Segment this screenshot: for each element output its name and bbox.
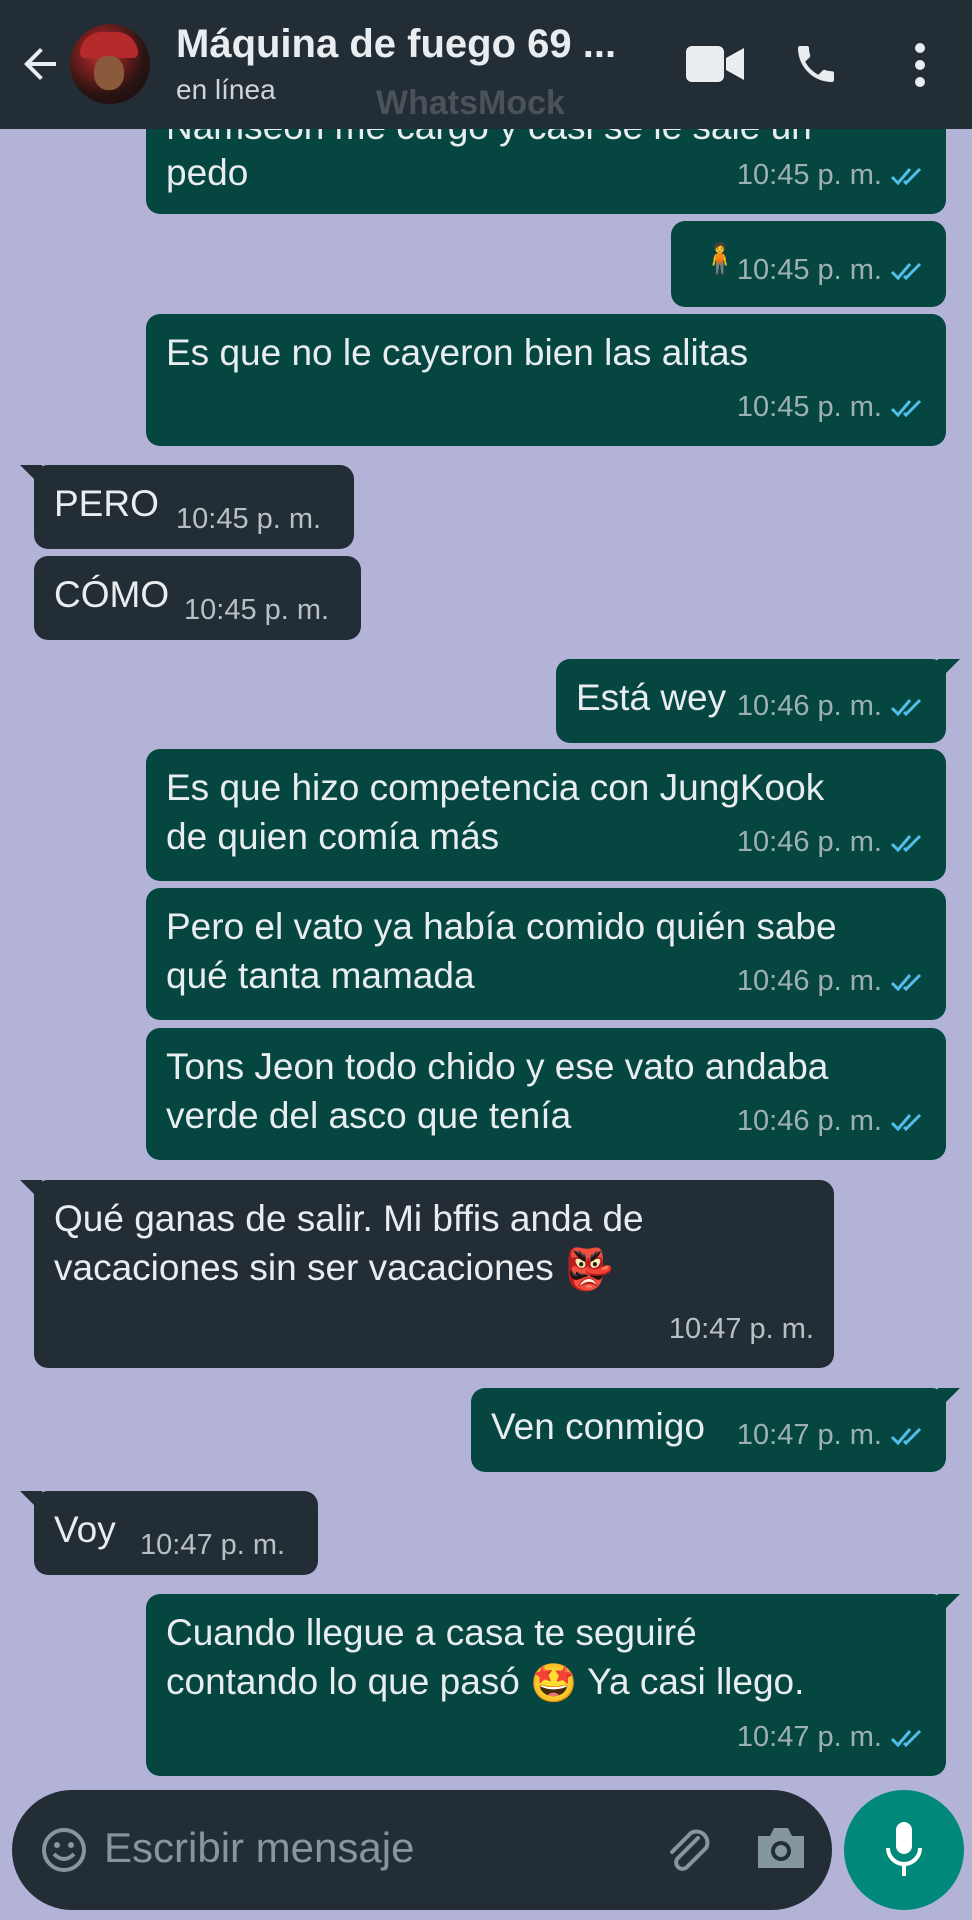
message-bubble-outgoing[interactable]: Tons Jeon todo chido y ese vato andaba v… — [146, 1028, 946, 1160]
message-time: 10:46 p. m. — [736, 965, 882, 997]
double-check-icon — [890, 1113, 922, 1131]
message-meta: 10:46 p. m. — [737, 818, 926, 867]
message-bubble-outgoing[interactable]: Cuando llegue a casa te seguiré contando… — [146, 1594, 960, 1776]
message-time: 10:45 p. m. — [736, 159, 882, 191]
message-line: contando lo que pasó 🤩 Ya casi llego. — [166, 1657, 804, 1709]
message-text: verde del asco que tenía — [166, 1095, 572, 1136]
message-time: 10:45 p. m. — [184, 594, 330, 626]
message-bubble-outgoing[interactable]: Es que no le cayeron bien las alitas 10:… — [146, 314, 946, 446]
message-text: Pero el vato ya había comido quién sabe — [166, 906, 837, 947]
message-bubble-incoming[interactable]: Qué ganas de salir. Mi bffis anda de vac… — [20, 1180, 834, 1368]
message-text: Voy — [54, 1509, 116, 1550]
goblin-emoji: 👺 — [564, 1247, 614, 1292]
message-time: 10:45 p. m. — [736, 391, 882, 423]
more-vert-icon[interactable] — [906, 42, 934, 88]
message-time: 10:47 p. m. — [668, 1313, 814, 1345]
voice-message-button[interactable] — [844, 1790, 964, 1910]
message-text: contando lo que pasó — [166, 1661, 520, 1702]
double-check-icon — [890, 167, 922, 185]
message-text: Tons Jeon todo chido y ese vato andaba — [166, 1046, 829, 1087]
message-bubble-outgoing[interactable]: Pero el vato ya había comido quién sabe … — [146, 888, 946, 1020]
message-line: vacaciones sin ser vacaciones 👺 — [54, 1243, 614, 1295]
message-bubble-incoming[interactable]: PERO 10:45 p. m. — [20, 465, 354, 549]
message-meta: 10:47 p. m. — [737, 1713, 926, 1762]
message-time: 10:46 p. m. — [736, 826, 882, 858]
message-text: Es que no le cayeron bien las alitas — [166, 332, 749, 373]
message-input[interactable]: Escribir mensaje — [104, 1824, 414, 1872]
message-time: 10:45 p. m. — [176, 503, 322, 535]
message-bubble-outgoing[interactable]: Es que hizo competencia con JungKook de … — [146, 749, 946, 881]
message-meta: 10:46 p. m. — [737, 957, 926, 1006]
message-time: 10:45 p. m. — [736, 254, 882, 286]
message-text: vacaciones sin ser vacaciones — [54, 1247, 554, 1288]
message-text: de quien comía más — [166, 816, 500, 857]
emoji-icon[interactable] — [40, 1826, 88, 1874]
message-meta: 10:45 p. m. — [737, 383, 926, 432]
message-text: Ven conmigo — [491, 1406, 705, 1447]
message-meta: 10:46 p. m. — [737, 682, 926, 731]
double-check-icon — [890, 834, 922, 852]
message-text: PERO — [54, 483, 159, 524]
message-time: 10:47 p. m. — [736, 1419, 882, 1451]
message-bubble-outgoing[interactable]: Ven conmigo 10:47 p. m. — [471, 1388, 960, 1472]
message-bubble-incoming[interactable]: Voy 10:47 p. m. — [20, 1491, 318, 1575]
message-text: Qué ganas de salir. Mi bffis anda de — [54, 1198, 644, 1239]
avatar[interactable] — [70, 24, 150, 104]
double-check-icon — [890, 1427, 922, 1445]
message-meta: 10:45 p. m. — [737, 246, 926, 295]
message-text: CÓMO — [54, 574, 170, 615]
message-bubble-outgoing[interactable]: Está wey 10:46 p. m. — [556, 659, 960, 743]
double-check-icon — [890, 1729, 922, 1747]
message-text: Es que hizo competencia con JungKook — [166, 767, 825, 808]
double-check-icon — [890, 262, 922, 280]
paperclip-icon[interactable] — [660, 1822, 716, 1878]
video-call-icon[interactable] — [686, 44, 744, 84]
message-meta: 10:45 p. m. — [737, 151, 926, 200]
message-input-bar[interactable]: Escribir mensaje — [12, 1790, 832, 1910]
message-time: 10:47 p. m. — [140, 1529, 286, 1561]
message-text: Está wey — [576, 677, 727, 718]
phone-icon[interactable] — [792, 40, 840, 88]
message-text: Cuando llegue a casa te seguiré — [166, 1612, 697, 1653]
message-text: Ya casi llego. — [587, 1661, 805, 1702]
message-text: pedo — [166, 152, 249, 193]
message-time: 10:47 p. m. — [736, 1721, 882, 1753]
message-time: 10:46 p. m. — [736, 690, 882, 722]
message-meta: 10:47 p. m. — [737, 1411, 926, 1460]
double-check-icon — [890, 973, 922, 991]
message-bubble-incoming[interactable]: CÓMO 10:45 p. m. — [34, 556, 361, 640]
double-check-icon — [890, 698, 922, 716]
contact-name[interactable]: Máquina de fuego 69 ... — [176, 22, 646, 67]
double-check-icon — [890, 399, 922, 417]
arrow-left-icon[interactable] — [16, 40, 64, 88]
star-struck-emoji: 🤩 — [530, 1662, 578, 1705]
message-meta: 10:46 p. m. — [737, 1097, 926, 1146]
person-standing-emoji: 🧍 — [701, 243, 739, 276]
message-text: qué tanta mamada — [166, 955, 475, 996]
camera-icon[interactable] — [754, 1824, 808, 1872]
contact-status: en línea — [176, 74, 276, 105]
message-time: 10:46 p. m. — [736, 1105, 882, 1137]
watermark: WhatsMock — [376, 84, 565, 122]
microphone-icon — [886, 1822, 922, 1876]
message-bubble-outgoing[interactable]: 🧍 10:45 p. m. — [671, 221, 946, 307]
